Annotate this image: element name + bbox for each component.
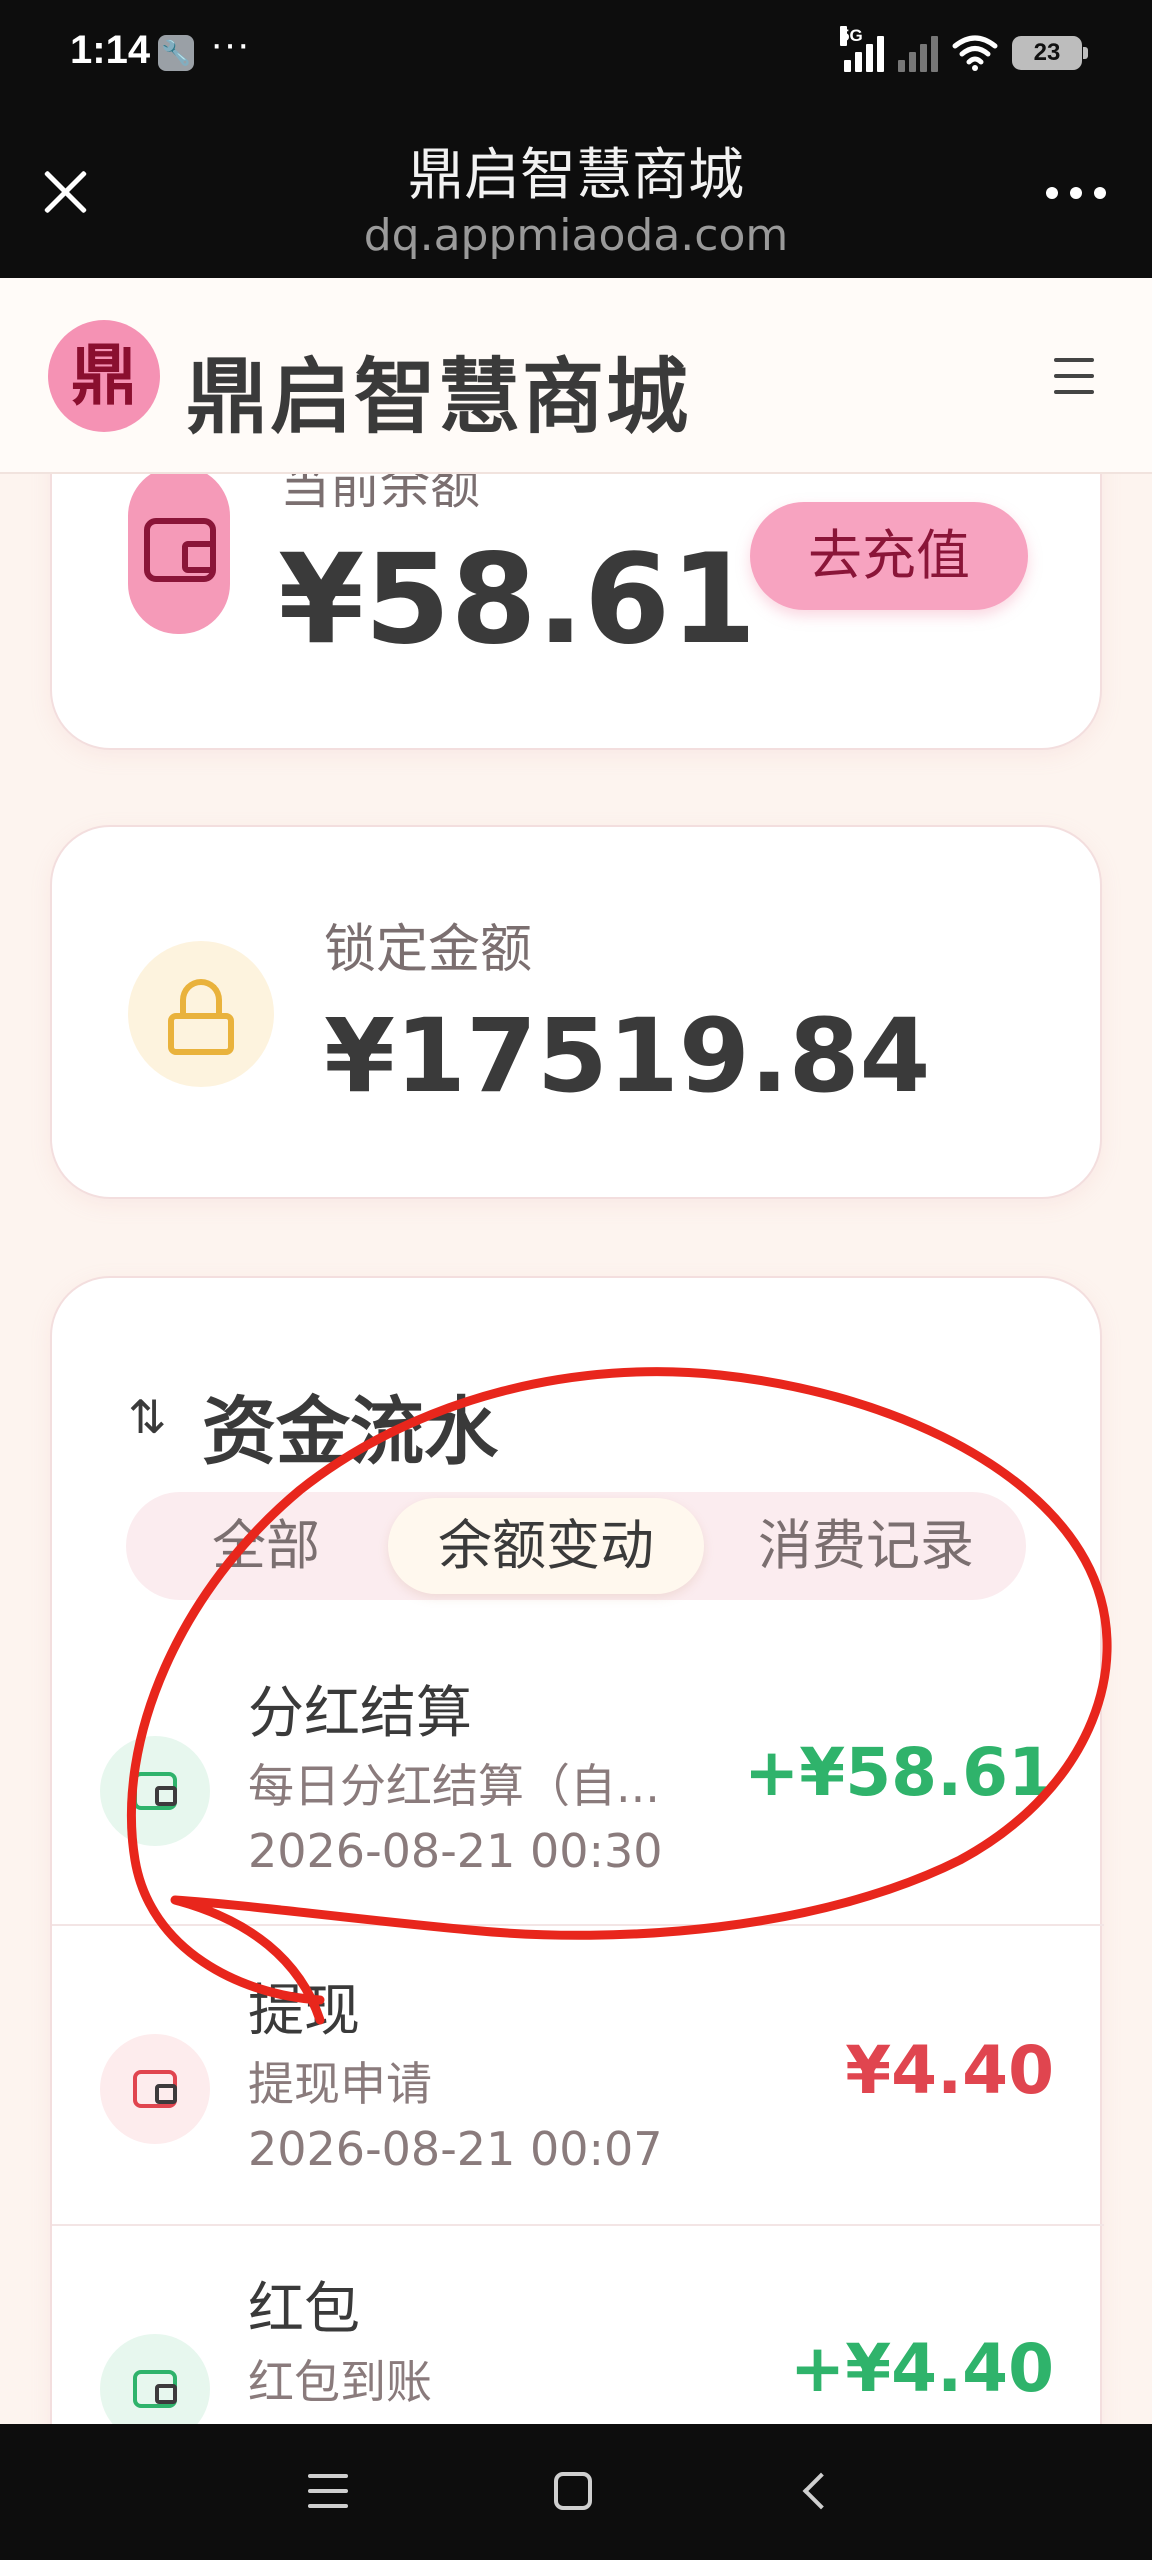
locked-amount-card: 锁定金额 ¥17519.84 — [50, 825, 1102, 1199]
status-time: 1:14 — [70, 28, 151, 72]
record-title: 红包 — [248, 2277, 360, 2342]
record-desc: 每日分红结算（自... — [248, 1759, 660, 1813]
flow-tabs: 全部 余额变动 消费记录 — [126, 1492, 1026, 1600]
wallet-icon — [100, 2034, 210, 2144]
sort-arrows-icon: ⇅ — [128, 1390, 167, 1444]
wrench-icon: 🔧 — [158, 35, 194, 71]
record-time: 2026-08-21 00:30 — [248, 1824, 663, 1878]
status-bar: 1:14 🔧 ··· 5G 23 — [0, 0, 1152, 108]
signal-no-service-icon — [898, 34, 938, 72]
record-title: 提现 — [248, 1979, 360, 2044]
tab-balance-change[interactable]: 余额变动 — [388, 1498, 704, 1594]
fund-flow-title: 资金流水 — [202, 1389, 498, 1475]
tab-consumption[interactable]: 消费记录 — [716, 1492, 1016, 1600]
list-item[interactable]: 分红结算 每日分红结算（自... 2026-08-21 00:30 +¥58.6… — [52, 1628, 1104, 1926]
app-logo: 鼎 — [48, 320, 160, 432]
app-header: 鼎 鼎启智慧商城 — [0, 278, 1152, 474]
browser-toolbar: 鼎启智慧商城 dq.appmiaoda.com — [0, 108, 1152, 278]
browser-url: dq.appmiaoda.com — [363, 210, 789, 261]
locked-label: 锁定金额 — [324, 920, 533, 980]
more-icon[interactable] — [1036, 168, 1116, 218]
status-indicators: 5G 23 — [840, 26, 1088, 78]
record-amount: +¥58.61 — [744, 1734, 1054, 1811]
lock-icon — [128, 941, 274, 1087]
recharge-button[interactable]: 去充值 — [750, 502, 1028, 610]
fund-flow-card: ⇅ 资金流水 全部 余额变动 消费记录 分红结算 每日分红结算（自... 202… — [50, 1276, 1104, 2560]
status-more-dots: ··· — [210, 22, 250, 66]
back-icon[interactable] — [802, 2472, 840, 2510]
app-title: 鼎启智慧商城 — [186, 350, 691, 445]
network-label: 5G — [840, 26, 863, 46]
signal-5g-icon: 5G — [840, 26, 884, 72]
record-amount: +¥4.40 — [789, 2330, 1054, 2407]
battery-icon: 23 — [1012, 36, 1088, 70]
wallet-icon — [100, 1736, 210, 1846]
record-time: 2026-08-21 00:07 — [248, 2122, 663, 2176]
recent-apps-icon[interactable] — [308, 2474, 348, 2508]
system-nav-bar — [0, 2424, 1152, 2560]
record-desc: 提现申请 — [248, 2057, 432, 2111]
home-icon[interactable] — [554, 2472, 592, 2510]
wallet-icon — [128, 466, 230, 634]
record-amount: ¥4.40 — [845, 2032, 1054, 2109]
hamburger-menu-icon[interactable] — [1054, 358, 1094, 394]
browser-page-title: 鼎启智慧商城 — [408, 143, 744, 208]
wifi-icon — [952, 35, 998, 71]
list-item[interactable]: 提现 提现申请 2026-08-21 00:07 ¥4.40 — [52, 1928, 1104, 2226]
tab-all[interactable]: 全部 — [156, 1492, 376, 1600]
locked-amount: ¥17519.84 — [324, 997, 931, 1116]
record-desc: 红包到账 — [248, 2355, 432, 2409]
record-title: 分红结算 — [248, 1681, 472, 1746]
balance-amount: ¥58.61 — [278, 528, 757, 672]
